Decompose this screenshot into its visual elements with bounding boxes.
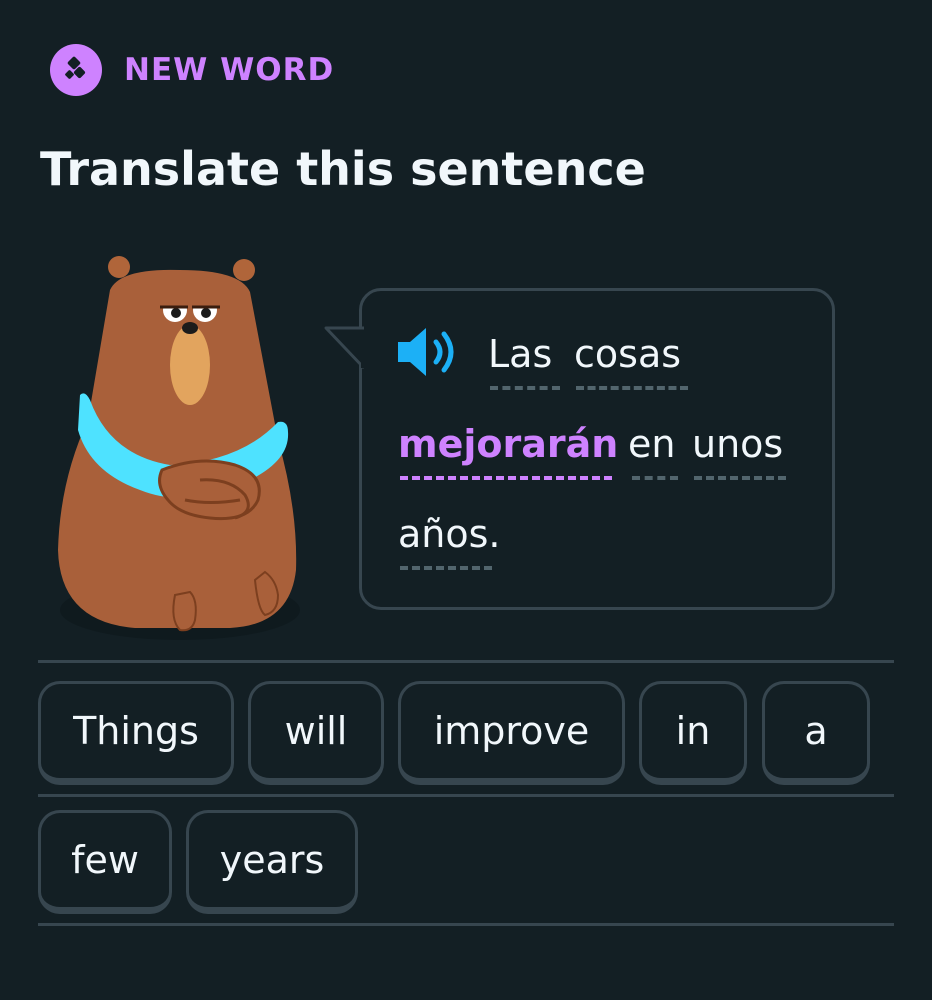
prompt-word-cosas[interactable]: cosas — [574, 332, 681, 376]
word-tile-a[interactable]: a — [762, 681, 870, 785]
prompt-word-mejoraran[interactable]: mejorarán — [398, 422, 618, 466]
new-word-icon — [50, 44, 102, 96]
speaker-icon[interactable] — [396, 326, 462, 378]
dash-underline-highlighted — [400, 476, 612, 480]
prompt-word-en[interactable]: en — [628, 422, 675, 466]
new-word-label: NEW WORD — [124, 52, 335, 88]
word-tile-years[interactable]: years — [186, 810, 358, 914]
dash-underline — [632, 476, 678, 480]
new-word-badge: NEW WORD — [50, 44, 334, 96]
answer-line — [38, 660, 894, 663]
prompt-word-las[interactable]: Las — [488, 332, 552, 376]
dash-underline — [400, 566, 492, 570]
answer-line — [38, 794, 894, 797]
prompt-word-unos[interactable]: unos — [692, 422, 783, 466]
prompt-word-anos[interactable]: años. — [398, 512, 501, 556]
dash-underline — [576, 386, 688, 390]
answer-line — [38, 923, 894, 926]
word-tile-few[interactable]: few — [38, 810, 172, 914]
dash-underline — [490, 386, 560, 390]
speech-bubble-tail — [324, 326, 364, 370]
word-tile-things[interactable]: Things — [38, 681, 234, 785]
word-tile-improve[interactable]: improve — [398, 681, 625, 785]
bear-character — [58, 256, 300, 640]
dash-underline — [694, 476, 786, 480]
page-title: Translate this sentence — [40, 142, 646, 196]
word-tile-in[interactable]: in — [639, 681, 747, 785]
word-tile-will[interactable]: will — [248, 681, 384, 785]
